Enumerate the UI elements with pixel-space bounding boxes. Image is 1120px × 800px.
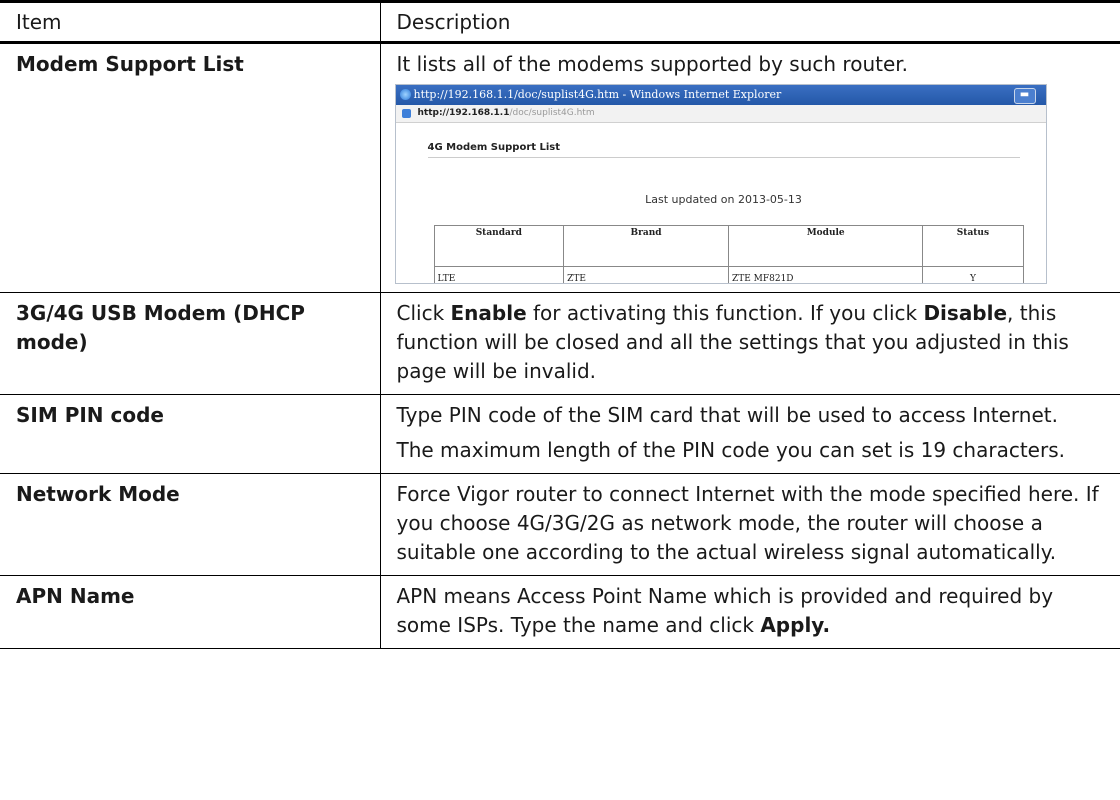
disable-keyword: Disable [923,301,1008,325]
description-text: The maximum length of the PIN code you c… [396,438,1065,462]
description-cell: It lists all of the modems supported by … [380,43,1120,293]
support-list-heading: 4G Modem Support List [427,142,561,153]
description-text: APN means Access Point Name which is pro… [396,584,1054,637]
description-cell: Click Enable for activating this functio… [380,293,1120,395]
item-cell: Modem Support List [0,42,381,293]
header-row: Item Description [0,1,1120,43]
description-text: Click [396,301,451,325]
description-cell: APN means Access Point Name which is pro… [380,576,1120,649]
description-text: It lists all of the modems supported by … [396,52,909,76]
item-cell: SIM PIN code [0,394,381,474]
item-cell: 3G/4G USB Modem (DHCP mode) [0,292,381,395]
table-row: SIM PIN code Type PIN code of the SIM ca… [0,394,1120,474]
description-table: Item Description Modem Support List It l… [0,0,1120,649]
table-row: LTE ZTE ZTE MF821D Y [433,266,1024,283]
column-status: Status [922,225,1024,267]
modem-support-list-screenshot: http://192.168.1.1/doc/suplist4G.htm - W… [394,84,1047,284]
cell-module: ZTE MF821D [727,266,924,283]
header-item: Item [0,1,381,43]
column-module: Module [727,225,924,267]
column-standard: Standard [433,225,565,267]
description-cell: Type PIN code of the SIM card that will … [380,395,1120,474]
address-host: http://192.168.1.1 [417,108,510,118]
apply-keyword: Apply. [760,613,831,637]
support-table-header: Standard Brand Module Status [433,225,1024,267]
modem-support-table: Standard Brand Module Status LTE ZTE ZTE… [433,225,1024,283]
description-text: Type PIN code of the SIM card that will … [396,403,1058,427]
cell-brand: ZTE [563,266,729,283]
cell-status: Y [922,266,1024,283]
page-icon [401,109,411,118]
heading-divider [427,157,1020,158]
browser-window-title: http://192.168.1.1/doc/suplist4G.htm - W… [413,88,782,101]
last-updated-text: Last updated on 2013-05-13 [645,193,802,206]
description-text: for activating this function. If you cli… [526,301,924,325]
item-cell: APN Name [0,575,381,649]
table-row: Network Mode Force Vigor router to conne… [0,473,1120,576]
column-brand: Brand [563,225,729,267]
item-cell: Network Mode [0,473,381,576]
header-description: Description [396,10,511,34]
table-row: Modem Support List It lists all of the m… [0,42,1120,293]
browser-content: 4G Modem Support List Last updated on 20… [396,133,1046,283]
table-row: 3G/4G USB Modem (DHCP mode) Click Enable… [0,292,1120,395]
cell-standard: LTE [433,266,565,283]
enable-keyword: Enable [450,301,527,325]
address-bar: http://192.168.1.1/doc/suplist4G.htm [395,105,1046,123]
minimize-icon[interactable]: ▬ [1013,88,1036,104]
table-row: APN Name APN means Access Point Name whi… [0,575,1120,649]
internet-explorer-icon [399,89,411,100]
address-path: /doc/suplist4G.htm [509,108,595,118]
browser-title-bar: http://192.168.1.1/doc/suplist4G.htm - W… [395,85,1046,105]
description-cell: Force Vigor router to connect Internet w… [396,482,1099,564]
